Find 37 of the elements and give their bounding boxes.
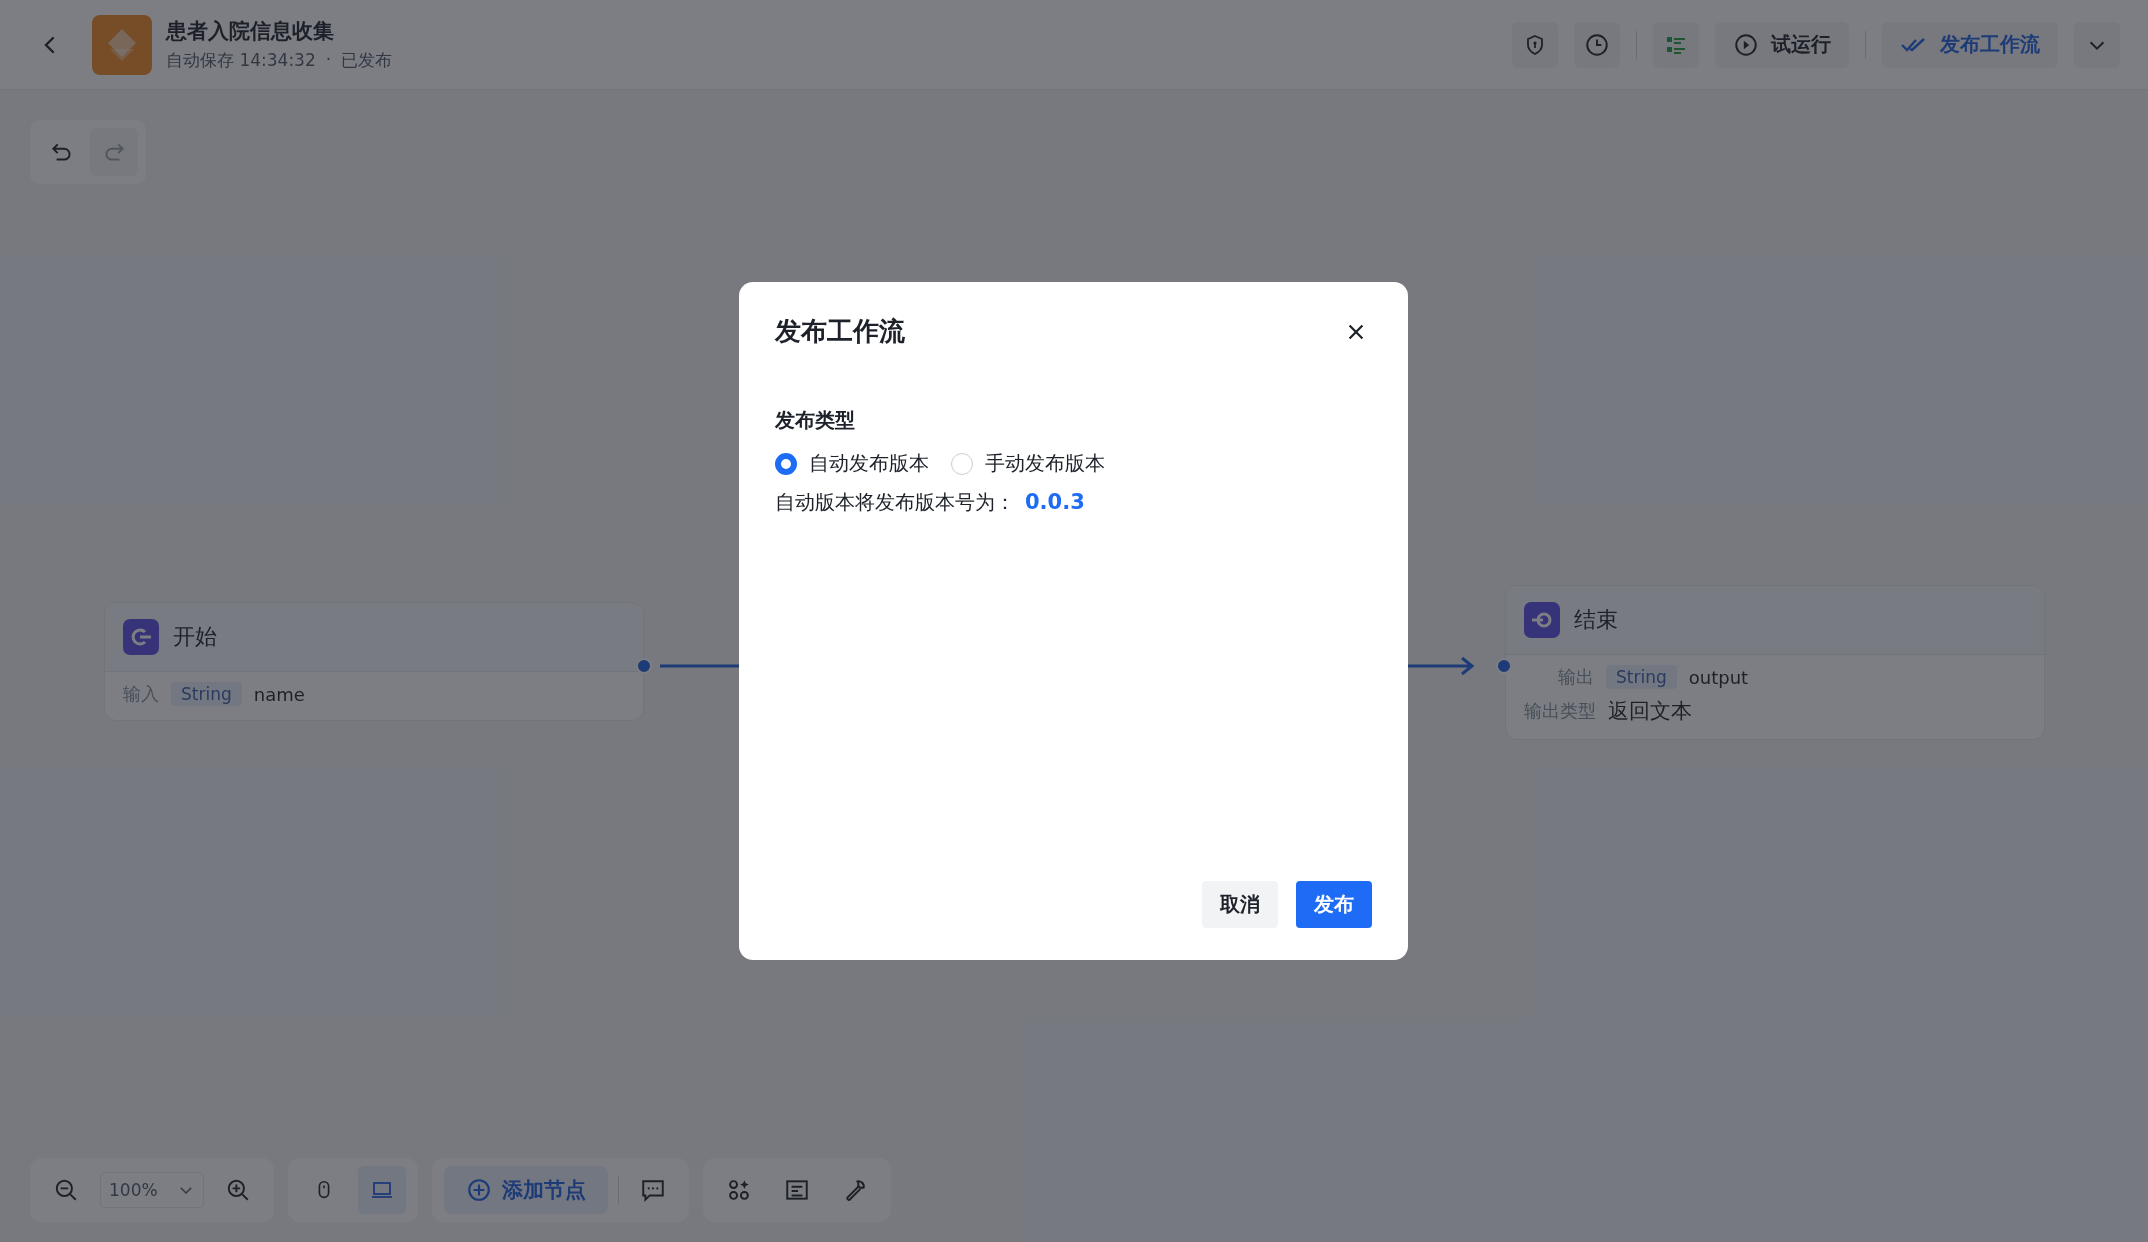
radio-button[interactable] — [775, 452, 797, 475]
autosave-time: 自动保存 14:34:32 — [166, 49, 316, 72]
publish-button[interactable]: 发布 — [1296, 881, 1372, 928]
checklist-icon[interactable] — [1653, 21, 1699, 68]
laptop-icon[interactable] — [358, 1166, 406, 1214]
param-name: output — [1688, 666, 1749, 688]
field-value: 返回文本 — [1608, 698, 1692, 725]
publish-workflow-button[interactable]: 发布工作流 — [1882, 21, 2058, 68]
type-tag: String — [1606, 665, 1677, 689]
layers-icon — [92, 14, 152, 75]
plus-circle-icon — [466, 1177, 492, 1203]
node-title: 开始 — [173, 623, 217, 651]
end-icon — [1524, 602, 1560, 638]
version-number: 0.0.3 — [1025, 490, 1085, 514]
separator-dot: · — [325, 49, 332, 71]
test-run-button[interactable]: 试运行 — [1715, 21, 1849, 68]
workflow-title: 患者入院信息收集 — [166, 18, 335, 45]
input-port[interactable] — [1496, 658, 1512, 674]
status-text: 已发布 — [341, 49, 393, 72]
type-tag: String — [171, 682, 242, 706]
clock-icon[interactable] — [1574, 21, 1620, 68]
zoom-select[interactable]: 100% — [100, 1172, 204, 1208]
radio-label: 手动发布版本 — [985, 450, 1105, 477]
version-info: 自动版本将发布版本号为： — [775, 489, 1015, 516]
cancel-button[interactable]: 取消 — [1202, 881, 1278, 928]
node-title: 结束 — [1574, 606, 1618, 634]
start-icon — [123, 619, 159, 655]
shield-icon[interactable] — [1512, 21, 1558, 68]
radio-label: 自动发布版本 — [809, 450, 929, 477]
output-port[interactable] — [636, 658, 652, 674]
radio-option[interactable]: 自动发布版本 — [775, 450, 929, 477]
radio-option[interactable]: 手动发布版本 — [951, 450, 1105, 477]
add-node-button[interactable]: 添加节点 — [444, 1166, 608, 1214]
dialog-title: 发布工作流 — [775, 315, 905, 348]
param-name: name — [253, 683, 305, 705]
section-label: 发布类型 — [775, 407, 856, 434]
play-icon — [1733, 31, 1759, 58]
